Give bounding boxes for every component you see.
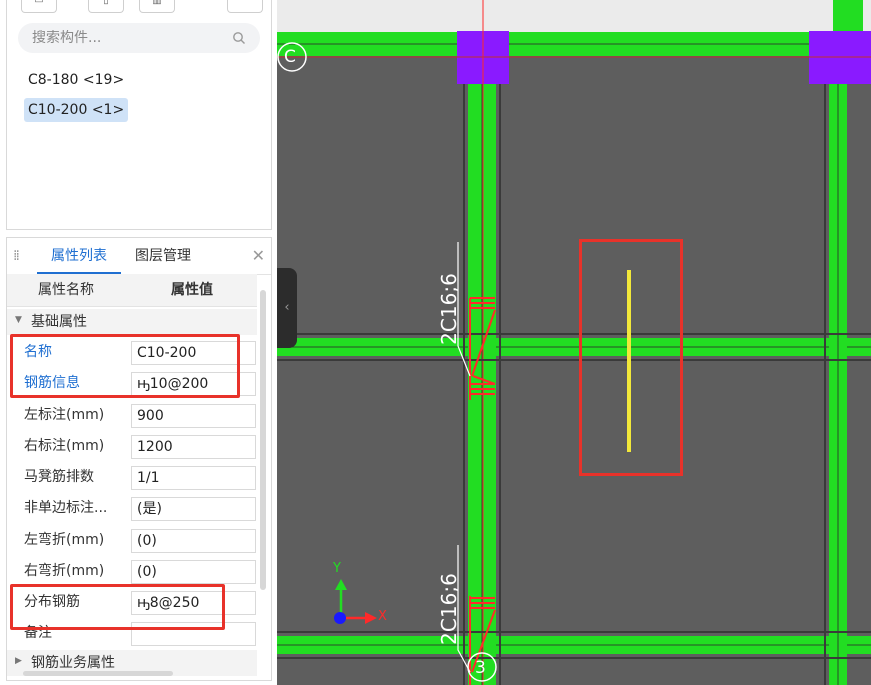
annotation-highlight-distribution: [10, 584, 225, 630]
rebar-label-bottom: 2C16;6: [437, 573, 461, 645]
close-icon[interactable]: ✕: [252, 248, 265, 264]
property-row-right-bend: 右弯折(mm) (0): [7, 556, 257, 587]
property-value-field[interactable]: (0): [131, 560, 256, 584]
search-input[interactable]: [32, 30, 202, 46]
property-label: 左弯折(mm): [24, 532, 105, 548]
property-value-field[interactable]: 1/1: [131, 466, 256, 490]
property-value-field[interactable]: 1200: [131, 435, 256, 459]
axis-label-c: C: [284, 47, 296, 67]
property-label: 右标注(mm): [24, 438, 105, 454]
property-value-field[interactable]: (是): [131, 497, 256, 521]
new-component-button[interactable]: ▭: [21, 0, 57, 13]
axis-label-3: 3: [475, 658, 486, 678]
group-label: 基础属性: [31, 314, 87, 330]
property-label: 左标注(mm): [24, 407, 105, 423]
column-header-name: 属性名称: [38, 282, 94, 298]
property-row-left-bend: 左弯折(mm) (0): [7, 525, 257, 556]
property-label: 右弯折(mm): [24, 563, 105, 579]
chevron-left-icon: ‹: [284, 300, 290, 315]
property-label: 马凳筋排数: [24, 469, 94, 485]
component-list-panel: ▭ ▯ ▥ C8-180 <19> C10-200 <1>: [6, 0, 272, 230]
property-row-left-mark: 左标注(mm) 900: [7, 400, 257, 431]
tab-layer-management[interactable]: 图层管理: [135, 238, 191, 274]
rebar-label-top: 2C16;6: [437, 273, 461, 345]
property-label: 非单边标注...: [24, 500, 108, 516]
caret-down-icon: ▼: [15, 315, 22, 325]
property-value-field[interactable]: 900: [131, 404, 256, 428]
ucs-x-label: X: [378, 609, 387, 624]
ucs-icon: [334, 579, 377, 624]
collapse-panel-button[interactable]: ‹: [277, 268, 297, 348]
panel-tab-bar: ⁞⁞ 属性列表 图层管理 ✕: [7, 238, 271, 275]
delete-component-button[interactable]: ▥: [139, 0, 175, 13]
caret-right-icon: ▶: [15, 656, 22, 666]
property-row-right-mark: 右标注(mm) 1200: [7, 431, 257, 462]
group-basic-properties[interactable]: ▼ 基础属性: [7, 309, 257, 335]
annotation-highlight-name-rebar: [10, 334, 240, 398]
component-item-selected[interactable]: C10-200 <1>: [24, 98, 129, 122]
tab-property-list[interactable]: 属性列表: [37, 238, 121, 274]
vertical-scrollbar[interactable]: [260, 290, 266, 590]
property-value-field[interactable]: (0): [131, 529, 256, 553]
beam-segment: [833, 0, 863, 34]
horizontal-scrollbar[interactable]: [23, 671, 173, 676]
view-top-strip: [277, 0, 871, 34]
property-row-non-single-side: 非单边标注... (是): [7, 493, 257, 524]
search-box[interactable]: [18, 23, 260, 53]
component-item[interactable]: C8-180 <19>: [24, 68, 128, 92]
column-header-value: 属性值: [171, 282, 213, 298]
search-icon[interactable]: [232, 31, 246, 45]
cad-canvas[interactable]: C 3 2C16;6 2C16;6 Y X ‹: [277, 0, 871, 685]
copy-component-button[interactable]: ▯: [88, 0, 124, 13]
drag-handle-icon[interactable]: ⁞⁞: [13, 248, 20, 264]
more-button[interactable]: [227, 0, 263, 13]
ucs-y-label: Y: [333, 561, 341, 576]
property-row-chair-rows: 马凳筋排数 1/1: [7, 462, 257, 493]
drawing-area[interactable]: [277, 0, 871, 685]
property-table-header: 属性名称 属性值: [7, 274, 257, 307]
